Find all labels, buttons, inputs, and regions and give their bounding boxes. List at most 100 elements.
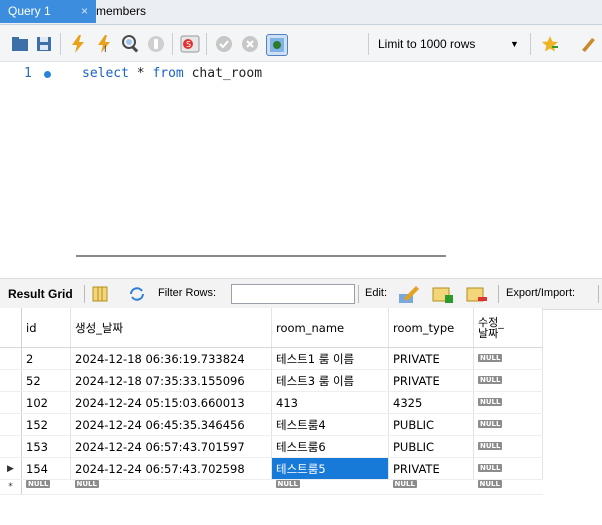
cell-created[interactable]: 2024-12-24 06:57:43.701597: [70, 435, 272, 458]
cell-modified[interactable]: NULL: [473, 479, 543, 495]
table-row[interactable]: ▶ 154 2024-12-24 06:57:43.702598 테스트룸5 P…: [0, 457, 543, 480]
cell-room-type[interactable]: NULL: [388, 479, 474, 495]
tab-label: members: [96, 4, 147, 18]
cell-room-type[interactable]: 4325: [388, 391, 474, 414]
row-marker: [0, 369, 22, 392]
brush-icon[interactable]: [578, 34, 598, 54]
cell-id[interactable]: 102: [21, 391, 71, 414]
toggle-beautify-icon[interactable]: [266, 34, 288, 56]
save-icon[interactable]: [34, 34, 54, 54]
cell-modified[interactable]: NULL: [473, 347, 543, 370]
cell-room-type[interactable]: PRIVATE: [388, 457, 474, 480]
current-row-marker-icon: ▶: [0, 457, 22, 480]
cell-room-type[interactable]: PRIVATE: [388, 369, 474, 392]
null-badge: NULL: [478, 419, 503, 428]
edit-label: Edit:: [365, 287, 388, 299]
star-icon[interactable]: [540, 34, 560, 54]
row-marker: [0, 347, 22, 370]
cell-id[interactable]: 52: [21, 369, 71, 392]
explain-icon[interactable]: [120, 34, 140, 54]
cell-room-name[interactable]: NULL: [271, 479, 389, 495]
cell-modified[interactable]: NULL: [473, 369, 543, 392]
sql-toolbar: I S Limit to 1000 rows ▼: [0, 25, 602, 62]
execute-icon[interactable]: [68, 34, 88, 54]
column-header-id[interactable]: id: [21, 308, 71, 348]
row-marker: [0, 391, 22, 414]
cell-created[interactable]: 2024-12-18 07:35:33.155096: [70, 369, 272, 392]
tab-bar: Query 1 × members: [0, 0, 602, 25]
filter-rows-input[interactable]: [231, 284, 355, 304]
cell-room-name[interactable]: 테스트3 룸 이름: [271, 369, 389, 392]
cell-modified[interactable]: NULL: [473, 435, 543, 458]
statement-marker-icon: [44, 71, 51, 78]
cell-id[interactable]: 2: [21, 347, 71, 370]
rollback-icon[interactable]: [240, 34, 260, 54]
sql-editor[interactable]: 1 select * from chat_room: [0, 62, 602, 260]
new-row[interactable]: * NULL NULL NULL NULL NULL: [0, 479, 543, 495]
cell-created[interactable]: 2024-12-24 05:15:03.660013: [70, 391, 272, 414]
cell-room-type[interactable]: PRIVATE: [388, 347, 474, 370]
column-header-created[interactable]: 생성_날짜: [70, 308, 272, 348]
grid-view-icon[interactable]: [92, 286, 108, 302]
result-grid-tab[interactable]: Result Grid: [8, 287, 73, 301]
row-marker-header: [0, 308, 22, 348]
column-header-room-type[interactable]: room_type: [388, 308, 474, 348]
new-row-marker: *: [0, 479, 22, 495]
cell-room-name[interactable]: 테스트룸6: [271, 435, 389, 458]
null-badge: NULL: [478, 353, 503, 362]
cell-modified[interactable]: NULL: [473, 413, 543, 436]
cell-room-type[interactable]: PUBLIC: [388, 413, 474, 436]
table-row[interactable]: 52 2024-12-18 07:35:33.155096 테스트3 룸 이름 …: [0, 369, 543, 392]
sql-query-text[interactable]: select * from chat_room: [82, 66, 262, 81]
svg-text:I: I: [104, 45, 107, 54]
table-row[interactable]: 152 2024-12-24 06:45:35.346456 테스트룸4 PUB…: [0, 413, 543, 436]
toggle-autocommit-icon[interactable]: S: [180, 34, 200, 54]
null-badge: NULL: [478, 463, 503, 472]
cell-id[interactable]: 153: [21, 435, 71, 458]
cell-created[interactable]: NULL: [70, 479, 272, 495]
table-row[interactable]: 153 2024-12-24 06:57:43.701597 테스트룸6 PUB…: [0, 435, 543, 458]
row-marker: [0, 413, 22, 436]
table-row[interactable]: 102 2024-12-24 05:15:03.660013 413 4325 …: [0, 391, 543, 414]
commit-icon[interactable]: [214, 34, 234, 54]
tab-members[interactable]: members: [88, 0, 154, 23]
open-folder-icon[interactable]: [10, 34, 30, 54]
refresh-icon[interactable]: [128, 286, 146, 302]
null-badge: NULL: [478, 441, 503, 450]
svg-text:S: S: [186, 40, 191, 49]
cell-id[interactable]: NULL: [21, 479, 71, 495]
column-header-room-name[interactable]: room_name: [271, 308, 389, 348]
editor-scrollbar[interactable]: [76, 255, 446, 257]
cell-created[interactable]: 2024-12-24 06:45:35.346456: [70, 413, 272, 436]
delete-row-icon[interactable]: [466, 284, 488, 304]
cell-room-name[interactable]: 테스트1 룸 이름: [271, 347, 389, 370]
null-badge: NULL: [478, 397, 503, 406]
cell-id[interactable]: 154: [21, 457, 71, 480]
cell-room-name[interactable]: 413: [271, 391, 389, 414]
table-row[interactable]: 2 2024-12-18 06:36:19.733824 테스트1 룸 이름 P…: [0, 347, 543, 370]
cell-room-type[interactable]: PUBLIC: [388, 435, 474, 458]
cell-id[interactable]: 152: [21, 413, 71, 436]
line-number: 1: [24, 66, 32, 81]
tab-query-1[interactable]: Query 1 ×: [0, 0, 96, 23]
cell-created[interactable]: 2024-12-18 06:36:19.733824: [70, 347, 272, 370]
close-icon[interactable]: ×: [81, 0, 88, 23]
header-row: id 생성_날짜 room_name room_type 수정_ 날짜: [0, 308, 543, 348]
add-row-icon[interactable]: [432, 284, 454, 304]
export-import-label: Export/Import:: [506, 287, 576, 299]
cell-room-name[interactable]: 테스트룸4: [271, 413, 389, 436]
cell-modified[interactable]: NULL: [473, 457, 543, 480]
result-toolbar: Result Grid Filter Rows: Edit: Export/Im…: [0, 278, 602, 310]
cell-modified[interactable]: NULL: [473, 391, 543, 414]
cell-created[interactable]: 2024-12-24 06:57:43.702598: [70, 457, 272, 480]
chevron-down-icon[interactable]: ▼: [510, 39, 519, 49]
limit-rows-select[interactable]: Limit to 1000 rows: [378, 37, 475, 51]
edit-row-icon[interactable]: [398, 284, 420, 304]
row-marker: [0, 435, 22, 458]
stop-icon[interactable]: [146, 34, 166, 54]
cell-room-name-selected[interactable]: 테스트룸5: [271, 457, 389, 480]
execute-line-icon[interactable]: I: [94, 34, 114, 54]
column-header-modified[interactable]: 수정_ 날짜: [473, 308, 543, 348]
null-badge: NULL: [478, 375, 503, 384]
filter-rows-label: Filter Rows:: [158, 287, 217, 299]
